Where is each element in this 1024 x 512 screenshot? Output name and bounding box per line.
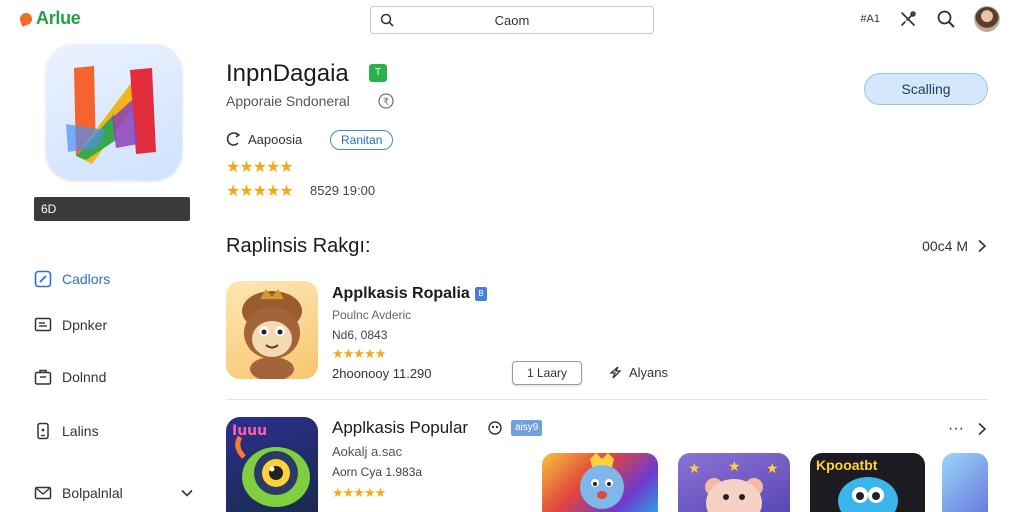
section-more-link[interactable]: 00c4 M — [922, 238, 988, 254]
card1-meta: Nd6, 0843 — [332, 328, 388, 342]
install-button[interactable]: Scalling — [864, 73, 988, 105]
more-options-icon[interactable]: ··· — [948, 420, 964, 438]
mail-icon — [34, 486, 52, 500]
app-subtitle: Apporaie Sndoneral — [226, 93, 350, 109]
rating-stats: 8529 19:00 — [310, 183, 376, 198]
monkey-mascot-icon — [242, 289, 302, 379]
card1-subtitle: Poulnc Avderic — [332, 308, 412, 322]
developer-name: Aapoosia — [248, 131, 303, 147]
svg-text:★: ★ — [728, 459, 741, 475]
sidebar-item-cadlors[interactable]: Cadlors — [34, 270, 194, 288]
screenshot-thumb-1[interactable] — [542, 453, 658, 512]
top-label[interactable]: #A1 — [860, 13, 880, 25]
card1-badge: B — [475, 287, 487, 301]
phone-icon — [37, 422, 49, 440]
sidebar-item-label: Dpnker — [62, 317, 108, 333]
sidebar-item-label: Bolpalnlal — [62, 485, 123, 501]
card1-link[interactable]: Alyans — [607, 364, 668, 380]
screenshot-thumb-3[interactable]: Kpooatbt — [810, 453, 925, 512]
developer-icon — [226, 132, 241, 146]
sidebar-item-dpnker[interactable]: Dpnker — [34, 316, 194, 334]
card1-library-button[interactable]: 1 Laary — [512, 361, 582, 385]
card2-rating-stars: ★★★★★ — [332, 485, 386, 500]
bear-thumb-icon: ★ ★ ★ — [688, 459, 779, 512]
robot-character-icon: Iuuu — [232, 423, 310, 507]
tools-icon[interactable] — [898, 9, 918, 29]
edit-icon — [34, 270, 52, 288]
screen-icon — [34, 317, 52, 332]
search-top-icon[interactable] — [936, 9, 956, 29]
app-label-text: 6D — [41, 202, 57, 216]
card2-subtitle: Aokalj a.sac — [332, 444, 403, 459]
gamepad-icon — [488, 421, 502, 435]
logo-text: Arlue — [36, 8, 81, 28]
sidebar-item-lalins[interactable]: Lalins — [34, 422, 194, 440]
search-text: Caom — [494, 13, 530, 28]
rating-stars-secondary: ★★★★★ — [226, 181, 294, 201]
divider — [226, 399, 988, 400]
app-icon-graphic — [66, 66, 156, 164]
top-actions: #A1 — [860, 6, 1000, 32]
user-avatar[interactable] — [974, 6, 1000, 32]
sidebar-item-label: Lalins — [62, 423, 99, 439]
search-input[interactable]: Caom — [370, 6, 654, 34]
app-logo[interactable]: Arlue — [18, 8, 81, 29]
sidebar-item-bolpalnlal[interactable]: Bolpalnlal — [34, 484, 194, 502]
app-title: InpnDagaia — [226, 60, 349, 87]
bag-icon — [34, 369, 52, 385]
svg-text:★: ★ — [688, 461, 701, 477]
share-icon — [609, 366, 622, 379]
svg-text:★: ★ — [766, 461, 779, 477]
app-icon — [46, 44, 182, 180]
logo-mark-icon — [18, 10, 34, 27]
section-title: Raplinsis Rakgı: — [226, 235, 371, 257]
card1-rating-stars: ★★★★★ — [332, 346, 386, 361]
svg-text:Iuuu: Iuuu — [232, 423, 267, 439]
bird-thumb-icon — [838, 477, 898, 512]
rating-stars-text: ★★★★★ — [226, 183, 294, 200]
chevron-right-icon — [978, 239, 987, 253]
verified-badge: T — [369, 64, 387, 82]
sidebar-item-label: Dolnnd — [62, 369, 107, 385]
developer-row[interactable]: Aapoosia — [226, 131, 302, 147]
card2-badge: aisy9 — [511, 420, 543, 436]
card2-actions: ··· — [948, 420, 988, 438]
developer-pill[interactable]: Ranitan — [330, 130, 394, 150]
svg-text:₹: ₹ — [383, 97, 389, 108]
app-label-bar: 6D — [34, 197, 190, 221]
card1-stats: 2hoonooy 11.290 — [332, 366, 432, 381]
card1-name[interactable]: Applkasis Ropalia — [332, 285, 470, 303]
card2-meta: Aorn Cya 1.983a — [332, 465, 423, 479]
sidebar-item-dolnnd[interactable]: Dolnnd — [34, 368, 194, 386]
chevron-down-icon[interactable] — [180, 486, 194, 500]
screenshot-thumb-2[interactable]: ★ ★ ★ — [678, 453, 790, 512]
card1-link-label: Alyans — [629, 364, 669, 380]
rating-stars: ★★★★★ — [226, 159, 294, 176]
section-more-label: 00c4 M — [922, 238, 968, 254]
character-thumb-icon — [580, 453, 624, 509]
chevron-right-icon[interactable] — [976, 422, 988, 436]
card2-name[interactable]: Applkasis Popular — [332, 418, 468, 438]
screenshot-thumb-4[interactable] — [942, 453, 988, 512]
sidebar-item-label: Cadlors — [62, 271, 111, 287]
card1-app-icon[interactable] — [226, 281, 318, 379]
card2-app-icon[interactable]: Iuuu — [226, 417, 318, 512]
top-bar: Arlue Caom #A1 — [0, 0, 1024, 40]
info-icon[interactable]: ₹ — [377, 92, 395, 110]
